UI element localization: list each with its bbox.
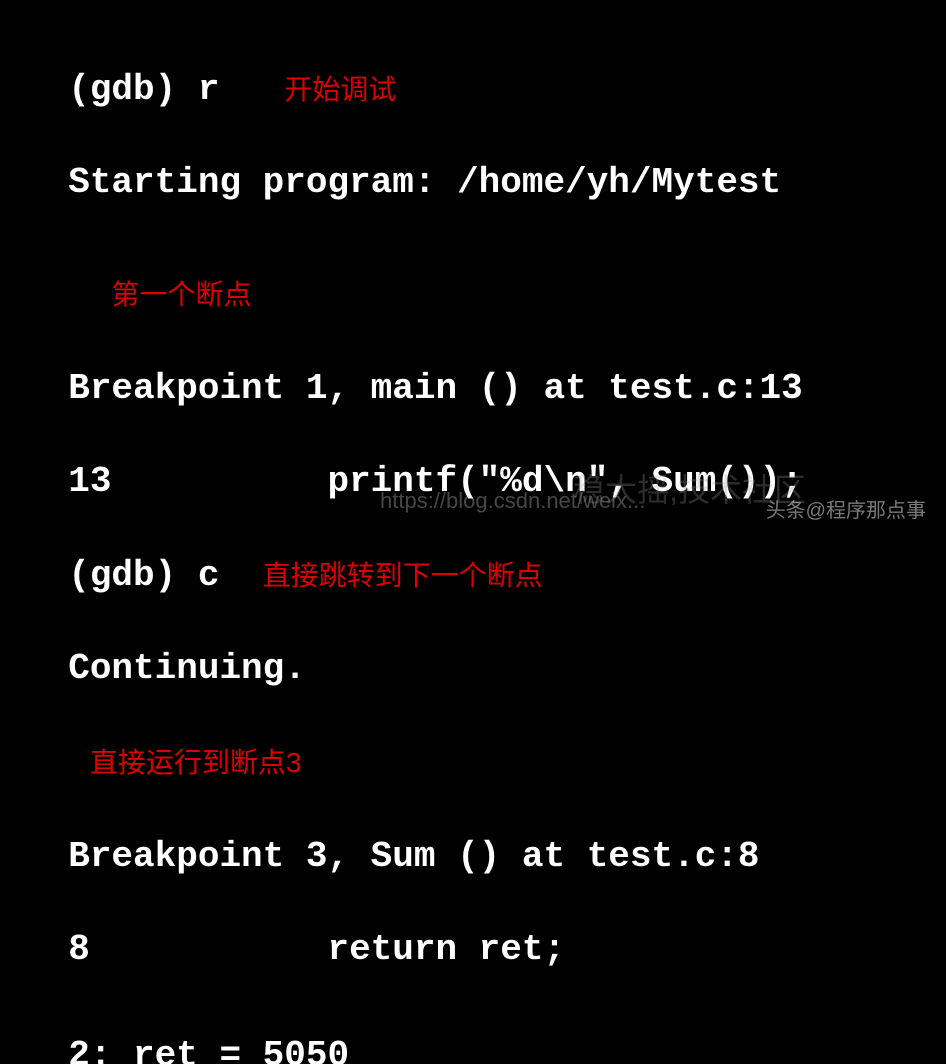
gdb-prompt-run: (gdb) r [68, 69, 219, 110]
terminal-line-9: Breakpoint 3, Sum () at test.c:8 [25, 787, 921, 881]
terminal-line-2: Starting program: /home/yh/Mytest [25, 114, 921, 208]
breakpoint-1-text: Breakpoint 1, main () at test.c:13 [68, 368, 803, 409]
annotation-start-debug: 开始调试 [284, 74, 396, 105]
terminal-line-10: 8 return ret; [25, 880, 921, 974]
breakpoint-3-text: Breakpoint 3, Sum () at test.c:8 [68, 836, 759, 877]
watermark-source: 头条@程序那点事 [766, 498, 926, 524]
terminal-line-4: Breakpoint 1, main () at test.c:13 [25, 319, 921, 413]
annotation-line-1: 第一个断点 [25, 225, 921, 319]
terminal-blank-line [25, 207, 921, 225]
terminal-line-11: 2: ret = 5050 [25, 986, 921, 1064]
gdb-prompt-continue: (gdb) c [68, 555, 219, 596]
annotation-first-breakpoint: 第一个断点 [111, 279, 251, 310]
variable-display: 2: ret = 5050 [68, 1035, 349, 1064]
terminal-line-7: Continuing. [25, 600, 921, 694]
terminal-blank-line-2 [25, 974, 921, 986]
annotation-run-to-bp3: 直接运行到断点3 [90, 747, 302, 778]
annotation-jump-next: 直接跳转到下一个断点 [263, 560, 543, 591]
continuing-text: Continuing. [68, 648, 306, 689]
terminal-line-1: (gdb) r 开始调试 [25, 20, 921, 114]
annotation-line-2: 直接运行到断点3 [25, 693, 921, 787]
source-line-8: 8 return ret; [68, 929, 565, 970]
starting-program-text: Starting program: /home/yh/Mytest [68, 162, 781, 203]
